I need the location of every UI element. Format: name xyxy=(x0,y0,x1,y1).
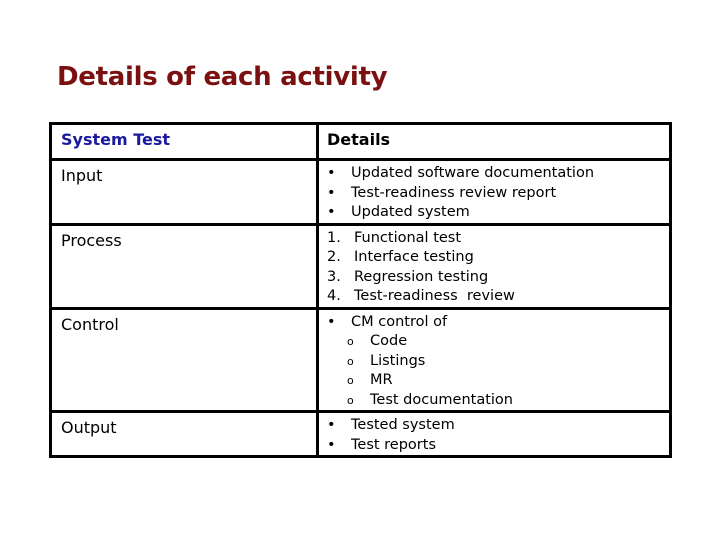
list-item: • Test-readiness review report xyxy=(327,184,669,204)
sub-list-item: o Test documentation xyxy=(327,391,669,411)
list-item: • Test reports xyxy=(327,436,669,456)
list-item: 3. Regression testing xyxy=(327,268,669,288)
table-header-row: System Test Details xyxy=(49,122,672,161)
header-system-test: System Test xyxy=(49,122,319,161)
slide-title: Details of each activity xyxy=(57,62,388,92)
bullet-icon: • xyxy=(327,204,336,220)
list-item: • Tested system xyxy=(327,416,669,436)
row-label-control: Control xyxy=(61,314,119,334)
input-list: • Updated software documentation • Test-re… xyxy=(327,164,669,223)
circle-bullet-icon: o xyxy=(347,335,354,348)
sub-list-item: o Code xyxy=(327,332,669,352)
bullet-icon: • xyxy=(327,417,336,433)
table-row-output: Output • Tested system • Test reports xyxy=(49,410,672,458)
row-label-process: Process xyxy=(61,230,122,250)
list-number: 1. xyxy=(327,229,341,246)
sub-list-item: o MR xyxy=(327,371,669,391)
control-list: • CM control of o Code o Listings o MR o Test… xyxy=(327,313,669,411)
list-number: 2. xyxy=(327,249,341,265)
table-row-process: Process 1. Functional test 2. Interface te… xyxy=(49,222,672,310)
list-item: • Updated software documentation xyxy=(327,164,669,184)
bullet-icon: • xyxy=(327,436,336,453)
bullet-icon: • xyxy=(327,313,336,330)
list-number: 4. xyxy=(327,288,341,304)
activity-details-table: System Test Details Input • Updated softw… xyxy=(49,122,672,458)
table-row-input: Input • Updated software documentation • T… xyxy=(49,158,672,226)
list-item: 4. Test-readiness review xyxy=(327,287,669,307)
circle-bullet-icon: o xyxy=(347,393,354,407)
process-list: 1. Functional test 2. Interface testing 3.… xyxy=(327,229,669,307)
header-details: Details xyxy=(316,122,672,161)
list-item: • Updated system xyxy=(327,203,669,223)
row-label-input: Input xyxy=(61,166,103,185)
sub-list-item: o Listings xyxy=(327,352,669,372)
list-item: 2. Interface testing xyxy=(327,248,669,268)
table-row-control: Control • CM control of o Code o Listings o… xyxy=(49,306,672,413)
list-number: 3. xyxy=(327,268,341,285)
circle-bullet-icon: o xyxy=(347,374,354,387)
bullet-icon: • xyxy=(327,165,336,181)
bullet-icon: • xyxy=(327,184,336,201)
circle-bullet-icon: o xyxy=(347,354,354,368)
list-item: • CM control of xyxy=(327,313,669,333)
list-item: 1. Functional test xyxy=(327,229,669,249)
row-label-output: Output xyxy=(61,418,117,437)
output-list: • Tested system • Test reports xyxy=(327,416,669,455)
